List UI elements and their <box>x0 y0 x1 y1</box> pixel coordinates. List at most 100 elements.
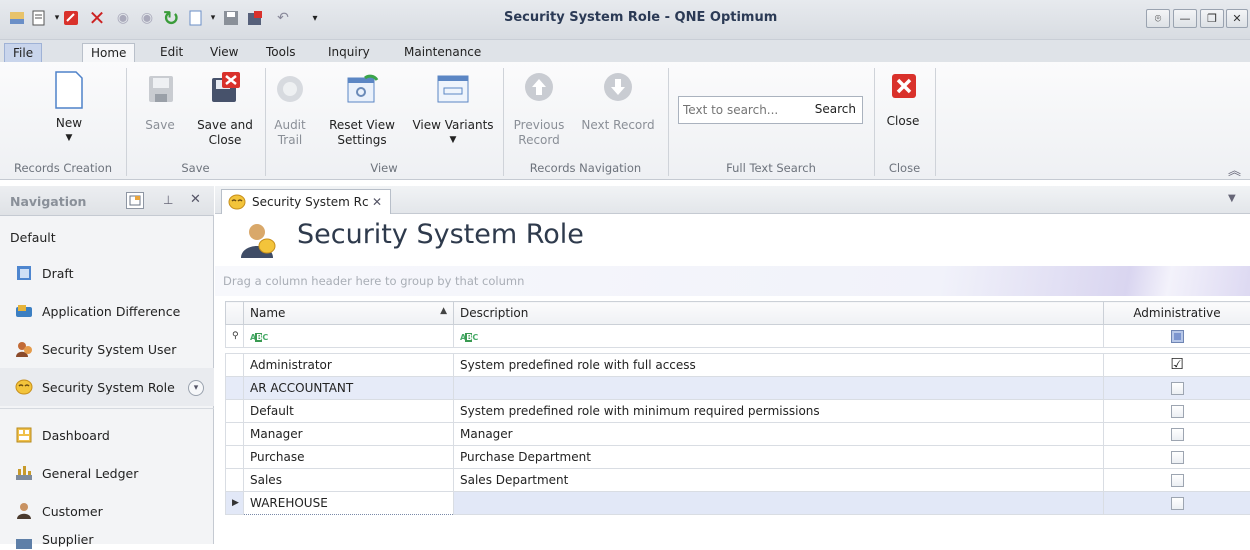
delete-icon[interactable] <box>62 9 80 27</box>
cancel-icon[interactable]: ✕ <box>88 9 106 27</box>
collapse-ribbon-icon[interactable]: ︽ <box>1228 160 1241 179</box>
nav-item-draft[interactable]: Draft <box>0 254 214 292</box>
checkbox-checked-icon[interactable]: ☑ <box>1170 355 1183 373</box>
table-row[interactable]: Manager Manager <box>226 423 1250 446</box>
cell-name[interactable]: Sales <box>244 469 454 492</box>
previous-record-button[interactable]: Previous Record <box>510 70 568 148</box>
restore-button[interactable]: ❐ <box>1200 9 1224 28</box>
cell-description[interactable]: Manager <box>454 423 1104 446</box>
new-document-icon <box>52 70 86 104</box>
refresh-icon[interactable]: ↻ <box>162 9 180 27</box>
cell-administrative[interactable] <box>1104 400 1250 423</box>
customize-toolbar-icon[interactable]: ▾ <box>306 9 324 27</box>
checkbox-unchecked[interactable] <box>1171 451 1184 464</box>
nav-item-supplier[interactable]: Supplier <box>0 526 214 550</box>
filter-name-cell[interactable]: ABC <box>244 325 454 348</box>
nav-item-security-system-role[interactable]: Security System Role ▾ <box>0 368 214 406</box>
expand-chevron-icon[interactable]: ▾ <box>188 380 204 396</box>
view-variants-button[interactable]: View Variants ▼ <box>410 70 496 148</box>
close-button[interactable]: Close <box>880 70 926 129</box>
cell-name[interactable]: AR ACCOUNTANT <box>244 377 454 400</box>
checkbox-unchecked[interactable] <box>1171 474 1184 487</box>
tab-maintenance[interactable]: Maintenance <box>396 43 489 62</box>
tab-home[interactable]: Home <box>82 43 135 63</box>
next-record-button[interactable]: Next Record <box>576 70 660 133</box>
search-button[interactable]: Search <box>815 102 856 116</box>
column-header-description[interactable]: Description <box>454 302 1104 325</box>
group-panel[interactable]: Drag a column header here to group by th… <box>215 266 1250 296</box>
nav-item-application-difference[interactable]: Application Difference <box>0 292 214 330</box>
nav-item-general-ledger[interactable]: General Ledger <box>0 454 214 492</box>
filter-description-cell[interactable]: ABC <box>454 325 1104 348</box>
tab-security-system-role[interactable]: Security System Rc ✕ <box>221 189 391 214</box>
close-window-button[interactable]: ✕ <box>1226 9 1248 28</box>
table-row[interactable]: Administrator System predefined role wit… <box>226 354 1250 377</box>
nav-item-customer[interactable]: Customer <box>0 492 214 530</box>
tab-list-dropdown-icon[interactable]: ▼ <box>1228 193 1236 204</box>
nav-item-dashboard[interactable]: Dashboard <box>0 416 214 454</box>
new-button[interactable]: New ▼ <box>44 70 94 146</box>
cell-description[interactable]: Purchase Department <box>454 446 1104 469</box>
tab-edit[interactable]: Edit <box>152 43 191 62</box>
nav-section-default[interactable]: Default <box>0 218 214 256</box>
nav-item-security-system-user[interactable]: Security System User <box>0 330 214 368</box>
cell-name[interactable]: Administrator <box>244 354 454 377</box>
filter-administrative-cell[interactable] <box>1104 325 1250 348</box>
cell-name[interactable]: Purchase <box>244 446 454 469</box>
group-label-records-navigation: Records Navigation <box>503 158 668 178</box>
audit-trail-button[interactable]: Audit Trail <box>270 70 310 148</box>
pin-icon[interactable]: ⊥ <box>163 193 173 207</box>
checkbox-unchecked[interactable] <box>1171 497 1184 510</box>
cell-name[interactable]: WAREHOUSE <box>244 492 454 515</box>
help-icon[interactable]: ⌾ <box>1146 9 1170 28</box>
save-icon[interactable] <box>222 9 240 27</box>
cell-administrative[interactable] <box>1104 492 1250 515</box>
panel-options-icon[interactable] <box>126 192 144 209</box>
table-row[interactable]: ▶ WAREHOUSE <box>226 492 1250 515</box>
cell-description[interactable]: System predefined role with full access <box>454 354 1104 377</box>
table-row[interactable]: Default System predefined role with mini… <box>226 400 1250 423</box>
close-panel-icon[interactable]: ✕ <box>190 192 201 207</box>
reset-view-settings-button[interactable]: Reset View Settings <box>326 70 398 148</box>
cell-description[interactable] <box>454 377 1104 400</box>
table-row[interactable]: Sales Sales Department <box>226 469 1250 492</box>
checkbox-unchecked[interactable] <box>1171 428 1184 441</box>
save-icon <box>143 70 177 104</box>
table-row[interactable]: Purchase Purchase Department <box>226 446 1250 469</box>
tab-inquiry[interactable]: Inquiry <box>320 43 378 62</box>
save-close-icon[interactable] <box>246 9 264 27</box>
document-menu-icon[interactable] <box>30 9 48 27</box>
cell-description[interactable]: Sales Department <box>454 469 1104 492</box>
column-header-administrative[interactable]: Administrative <box>1104 302 1250 325</box>
tab-view[interactable]: View <box>202 43 246 62</box>
filter-checkbox[interactable] <box>1171 330 1184 343</box>
search-input[interactable] <box>683 101 803 119</box>
cell-administrative[interactable] <box>1104 377 1250 400</box>
dropdown-arrow-icon[interactable]: ▾ <box>204 9 222 27</box>
up-arrow-icon[interactable]: ◉ <box>114 9 132 27</box>
column-header-name[interactable]: Name ▲ <box>244 302 454 325</box>
table-row[interactable]: AR ACCOUNTANT <box>226 377 1250 400</box>
row-indicator-header <box>226 302 244 325</box>
save-button[interactable]: Save <box>140 70 180 133</box>
cell-administrative[interactable] <box>1104 469 1250 492</box>
tab-file[interactable]: File <box>4 43 42 62</box>
minimize-button[interactable]: — <box>1173 9 1197 28</box>
cell-name[interactable]: Default <box>244 400 454 423</box>
checkbox-unchecked[interactable] <box>1171 382 1184 395</box>
new-document-icon[interactable] <box>186 9 204 27</box>
tab-tools[interactable]: Tools <box>258 43 304 62</box>
close-tab-icon[interactable]: ✕ <box>372 195 382 209</box>
down-arrow-icon[interactable]: ◉ <box>138 9 156 27</box>
checkbox-unchecked[interactable] <box>1171 405 1184 418</box>
cell-administrative[interactable] <box>1104 446 1250 469</box>
cell-administrative[interactable] <box>1104 423 1250 446</box>
save-and-close-button[interactable]: Save and Close <box>192 70 258 148</box>
cell-description[interactable] <box>454 492 1104 515</box>
undo-icon[interactable]: ↶ <box>274 9 292 27</box>
cell-name[interactable]: Manager <box>244 423 454 446</box>
row-indicator <box>226 400 244 423</box>
cell-description[interactable]: System predefined role with minimum requ… <box>454 400 1104 423</box>
cell-administrative[interactable]: ☑ <box>1104 354 1250 377</box>
view-variants-icon <box>436 70 470 104</box>
